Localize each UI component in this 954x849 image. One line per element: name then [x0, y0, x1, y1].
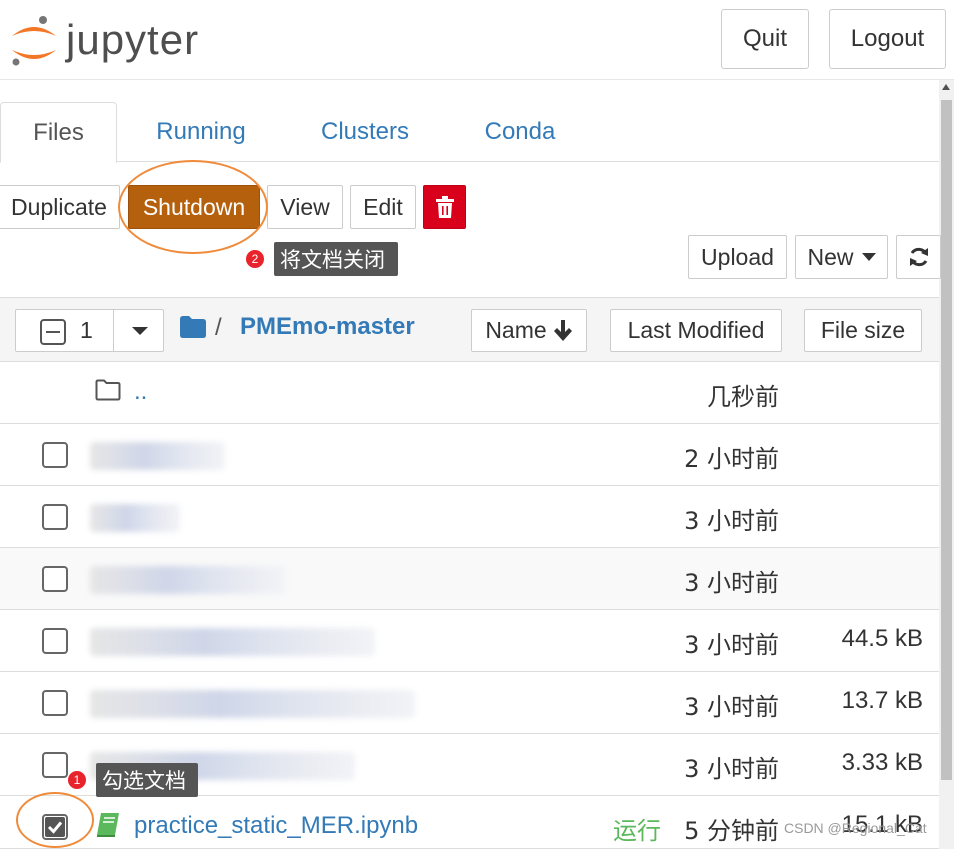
- list-item[interactable]: 3 小时前 44.5 kB: [0, 610, 939, 672]
- file-size: 13.7 kB: [841, 687, 923, 714]
- page-scrollbar[interactable]: [939, 80, 954, 849]
- trash-icon: [435, 196, 454, 218]
- blurred-file-name: [90, 566, 285, 594]
- file-size: 3.33 kB: [841, 749, 923, 776]
- row-checkbox[interactable]: [42, 752, 68, 778]
- annotation-oval-shutdown: [118, 160, 268, 254]
- file-list-header: 1 / PMEmo-master Name Last Modified File…: [0, 297, 939, 362]
- row-checkbox[interactable]: [42, 566, 68, 592]
- folder-outline-icon: [95, 379, 121, 401]
- upload-button[interactable]: Upload: [688, 235, 787, 279]
- list-item[interactable]: 3 小时前: [0, 486, 939, 548]
- logo-text: jupyter: [66, 16, 200, 63]
- list-item[interactable]: 3 小时前 13.7 kB: [0, 672, 939, 734]
- blurred-file-name: [90, 628, 375, 656]
- refresh-icon: [909, 247, 928, 267]
- file-name[interactable]: ..: [134, 378, 147, 406]
- quit-button[interactable]: Quit: [721, 9, 809, 69]
- file-modified: 3 小时前: [684, 755, 779, 783]
- file-modified: 几秒前: [707, 383, 779, 411]
- annotation-badge-1: 1: [68, 771, 86, 789]
- arrow-down-icon: [553, 319, 572, 341]
- selected-count: 1: [80, 317, 93, 343]
- row-checkbox[interactable]: [42, 504, 68, 530]
- breadcrumb-folder[interactable]: PMEmo-master: [240, 313, 415, 341]
- select-all-dropdown[interactable]: 1: [15, 309, 164, 352]
- list-item-parent[interactable]: .. 几秒前: [0, 362, 939, 424]
- divider: [113, 310, 114, 351]
- sort-name-button[interactable]: Name: [471, 309, 587, 352]
- tab-running[interactable]: Running: [130, 102, 272, 162]
- sort-name-label: Name: [485, 317, 547, 343]
- row-checkbox[interactable]: [42, 690, 68, 716]
- file-size: 44.5 kB: [841, 625, 923, 652]
- annotation-tooltip-select: 勾选文档: [96, 763, 198, 797]
- select-all-checkbox[interactable]: [40, 319, 66, 345]
- blurred-file-name: [90, 442, 225, 470]
- refresh-button[interactable]: [896, 235, 941, 279]
- annotation-tooltip-close: 将文档关闭: [274, 242, 398, 276]
- blurred-file-name: [90, 690, 415, 718]
- new-dropdown-button[interactable]: New: [795, 235, 888, 279]
- tab-conda[interactable]: Conda: [460, 102, 580, 162]
- row-checkbox[interactable]: [42, 628, 68, 654]
- row-checkbox[interactable]: [42, 442, 68, 468]
- annotation-oval-checkbox: [16, 792, 94, 848]
- edit-button[interactable]: Edit: [350, 185, 416, 229]
- list-item[interactable]: 3 小时前: [0, 548, 939, 610]
- jupyter-logo-icon: [12, 16, 56, 66]
- new-label: New: [807, 243, 854, 270]
- annotation-badge-2: 2: [246, 250, 264, 268]
- folder-icon[interactable]: [180, 316, 206, 338]
- scroll-up-icon[interactable]: [942, 84, 950, 90]
- file-modified: 5 分钟前: [684, 817, 779, 845]
- watermark: CSDN @Regional_Cat: [784, 820, 927, 836]
- running-indicator: 运行: [613, 817, 661, 845]
- scrollbar-thumb[interactable]: [941, 100, 952, 780]
- header-bar: jupyter Quit Logout: [0, 0, 954, 80]
- caret-down-icon[interactable]: [132, 327, 148, 335]
- logout-button[interactable]: Logout: [829, 9, 946, 69]
- list-item[interactable]: 2 小时前: [0, 424, 939, 486]
- jupyter-logo[interactable]: jupyter: [8, 10, 228, 70]
- delete-button[interactable]: [423, 185, 466, 229]
- tab-clusters[interactable]: Clusters: [295, 102, 435, 162]
- file-modified: 3 小时前: [684, 569, 779, 597]
- duplicate-button[interactable]: Duplicate: [0, 185, 120, 229]
- tab-bar: Files Running Clusters Conda: [0, 102, 939, 163]
- file-name[interactable]: practice_static_MER.ipynb: [134, 812, 418, 840]
- view-button[interactable]: View: [267, 185, 343, 229]
- file-modified: 3 小时前: [684, 631, 779, 659]
- file-modified: 3 小时前: [684, 507, 779, 535]
- notebook-icon: [97, 813, 119, 837]
- breadcrumb-separator: /: [215, 314, 222, 341]
- file-modified: 2 小时前: [684, 445, 779, 473]
- sort-file-size-button[interactable]: File size: [804, 309, 922, 352]
- file-modified: 3 小时前: [684, 693, 779, 721]
- tab-files[interactable]: Files: [0, 102, 117, 163]
- sort-last-modified-button[interactable]: Last Modified: [610, 309, 782, 352]
- blurred-file-name: [90, 504, 180, 532]
- caret-down-icon: [861, 253, 876, 261]
